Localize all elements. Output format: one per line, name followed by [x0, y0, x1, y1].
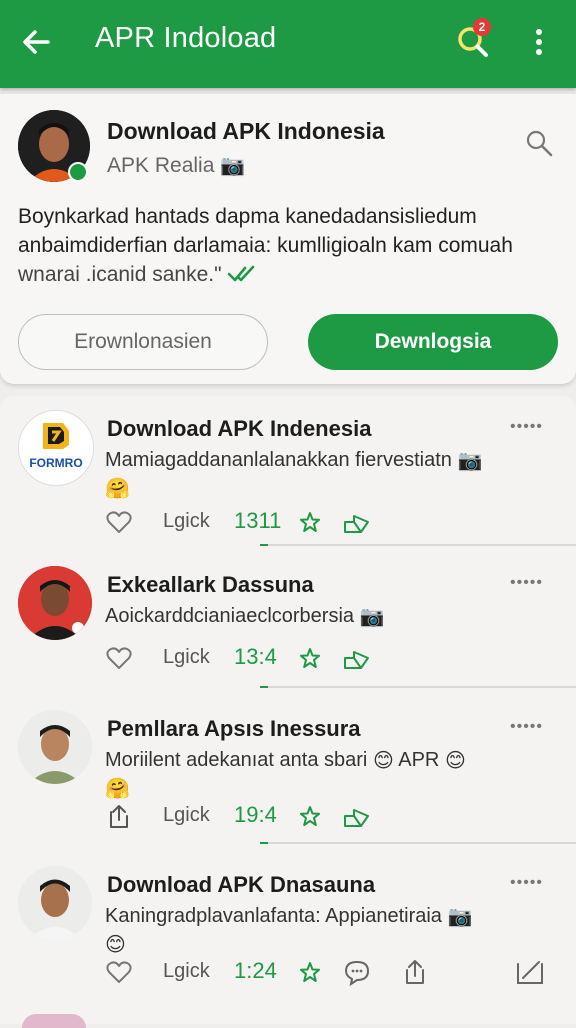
- feed-post: Pemllara Apsıs Inessura ••••• Moriilent …: [0, 696, 576, 852]
- like-count: 13:4: [234, 644, 277, 669]
- post-author[interactable]: Download APK Indenesia: [107, 416, 371, 442]
- post-menu-icon[interactable]: •••••: [510, 718, 543, 736]
- feed-post: Download APK Dnasauna ••••• Kaningradpla…: [0, 852, 576, 1024]
- verified-badge-icon: [68, 162, 88, 182]
- like-count: 19:4: [234, 802, 277, 827]
- post-actions: Lgick 1311: [0, 504, 576, 540]
- app-bar: APR Indoload 2: [0, 0, 576, 88]
- avatar[interactable]: [18, 710, 92, 784]
- heart-icon[interactable]: [105, 958, 133, 986]
- avatar[interactable]: [18, 566, 92, 640]
- smile-emoji-icon: 🤗: [105, 477, 130, 500]
- star-icon[interactable]: [296, 644, 324, 672]
- post-text: Moriilent adekanıat anta sbari 😊 APR 😊 🤗: [105, 749, 466, 800]
- share-icon[interactable]: [342, 508, 372, 536]
- divider: [260, 544, 576, 546]
- post-author[interactable]: Pemllara Apsıs Inessura: [107, 716, 361, 742]
- post-body-line: anbaimdiderfian darlamaia: kumlligioaln …: [18, 234, 513, 257]
- post-text: Aoickarddcianiaeclcorbersia 📷: [105, 605, 385, 628]
- back-arrow-icon[interactable]: [18, 22, 58, 62]
- heart-icon[interactable]: [105, 508, 133, 536]
- notification-badge: 2: [473, 18, 491, 36]
- post-text: Kaningradplavanlafanta: Appianetiraia 📷 …: [105, 905, 473, 956]
- feed-post: Exkeallark Dassuna ••••• Aoickarddciania…: [0, 552, 576, 708]
- camera-emoji-icon: 📷: [447, 905, 473, 928]
- author-name[interactable]: Download APK Indonesia: [107, 118, 385, 145]
- author-subtitle: APK Realia 📷: [107, 154, 246, 178]
- star-icon[interactable]: [296, 802, 324, 830]
- avatar[interactable]: [18, 866, 92, 940]
- post-menu-icon[interactable]: •••••: [510, 574, 543, 592]
- more-vert-icon[interactable]: [524, 22, 554, 62]
- secondary-button[interactable]: Erownlonasien: [18, 314, 268, 370]
- smile-emoji-icon: 😊: [105, 933, 126, 956]
- post-author[interactable]: Exkeallark Dassuna: [107, 572, 314, 598]
- post-actions: Lgick 1:24: [0, 954, 576, 990]
- divider: [260, 686, 576, 688]
- download-button[interactable]: Dewnlogsia: [308, 314, 558, 370]
- like-label[interactable]: Lgick: [163, 510, 210, 533]
- like-label[interactable]: Lgick: [163, 960, 210, 983]
- post-menu-icon[interactable]: •••••: [510, 874, 543, 892]
- share-icon[interactable]: [342, 644, 372, 672]
- post-body-line: wnarai .icanid sanke.": [18, 260, 558, 289]
- svg-text:FORMRO: FORMRO: [29, 456, 82, 470]
- like-count: 1311: [234, 508, 282, 533]
- post-body-line: Boynkarkad hantads dapma kanedadansislie…: [18, 205, 477, 228]
- star-icon[interactable]: [296, 958, 324, 986]
- post-menu-icon[interactable]: •••••: [510, 418, 543, 436]
- camera-emoji-icon: 📷: [359, 605, 385, 628]
- search-icon[interactable]: [524, 128, 554, 158]
- app-title: APR Indoload: [95, 22, 277, 54]
- avatar[interactable]: FORMRO: [18, 410, 94, 486]
- post-feed: FORMRO Download APK Indenesia ••••• Mami…: [0, 396, 576, 1028]
- heart-icon[interactable]: [105, 644, 133, 672]
- comment-icon[interactable]: [343, 958, 371, 986]
- double-check-icon: [228, 265, 255, 282]
- avatar[interactable]: [22, 1014, 86, 1028]
- featured-post-card: Download APK Indonesia APK Realia 📷 Boyn…: [0, 94, 576, 384]
- like-label[interactable]: Lgick: [163, 804, 210, 827]
- smile-emoji-icon: 😊: [372, 749, 394, 772]
- post-actions: Lgick 13:4: [0, 640, 576, 676]
- upload-icon[interactable]: [401, 958, 429, 986]
- like-count: 1:24: [234, 958, 277, 983]
- share-icon[interactable]: [342, 802, 372, 830]
- star-icon[interactable]: [296, 508, 324, 536]
- smile-emoji-icon: 🤗: [105, 777, 130, 800]
- feed-post: FORMRO Download APK Indenesia ••••• Mami…: [0, 396, 576, 552]
- post-text: Mamiagaddananlalanakkan fiervestiatn 📷 🤗: [105, 449, 483, 500]
- post-body: Boynkarkad hantads dapma kanedadansislie…: [18, 202, 558, 289]
- smile-emoji-icon: 😊: [444, 749, 466, 772]
- post-actions: Lgick 19:4: [0, 798, 576, 834]
- post-author[interactable]: Download APK Dnasauna: [107, 872, 375, 898]
- like-label[interactable]: Lgick: [163, 646, 210, 669]
- divider: [260, 842, 576, 844]
- camera-emoji-icon: 📷: [457, 449, 483, 472]
- camera-emoji-icon: 📷: [220, 155, 246, 178]
- edit-icon[interactable]: [515, 958, 545, 986]
- share-out-icon[interactable]: [105, 802, 133, 830]
